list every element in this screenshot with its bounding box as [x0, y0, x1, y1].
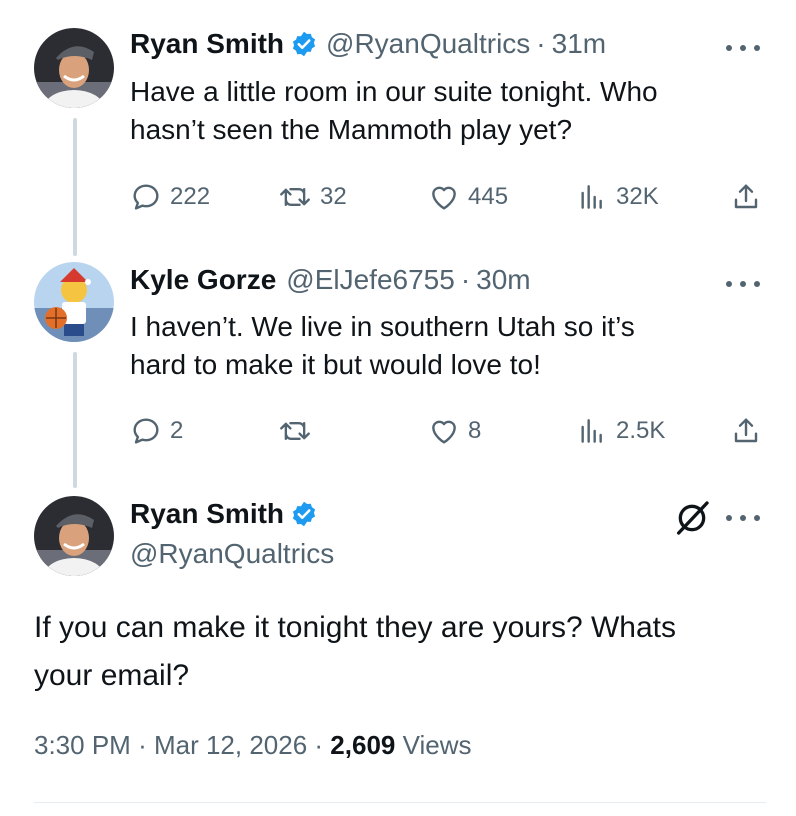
like-button[interactable]: 8	[428, 415, 576, 447]
avatar[interactable]	[34, 28, 114, 108]
views-icon	[581, 419, 602, 443]
tweet-text-line: hasn’t seen the Mammoth play yet?	[130, 114, 573, 145]
tweet-header: Ryan Smith	[130, 498, 756, 530]
share-button[interactable]	[730, 181, 762, 213]
views-button[interactable]: 32K	[576, 181, 716, 213]
tweet-text-line: I haven’t. We live in southern Utah so i…	[130, 311, 635, 342]
separator-dot: ·	[138, 730, 154, 760]
tweet-text-line: your email?	[34, 659, 190, 692]
divider	[34, 802, 766, 803]
more-icon[interactable]	[726, 278, 760, 290]
separator-dot: ·	[460, 264, 471, 295]
tweet-header: Ryan Smith @RyanQualtrics · 31m	[130, 28, 756, 60]
views-icon	[581, 185, 602, 209]
more-icon[interactable]	[726, 42, 760, 54]
tweet-header: Kyle Gorze @ElJefe6755 · 30m	[130, 264, 756, 296]
like-icon	[432, 420, 456, 444]
like-icon	[432, 186, 456, 210]
main-tweet-text: If you can make it tonight they are your…	[34, 604, 774, 700]
action-bar: 222 32 445 32K	[130, 180, 762, 214]
author-name[interactable]: Ryan Smith	[130, 498, 284, 530]
tweet-text: Have a little room in our suite tonight.…	[130, 73, 770, 149]
like-button[interactable]: 445	[428, 181, 576, 213]
like-count: 445	[468, 183, 509, 210]
verified-badge-icon	[292, 501, 316, 527]
reply-button[interactable]: 2	[130, 415, 278, 447]
like-count: 8	[468, 417, 482, 444]
tweet-handle-row: @RyanQualtrics	[130, 538, 756, 570]
tweet-text-line: If you can make it tonight they are your…	[34, 611, 676, 644]
author-handle[interactable]: @RyanQualtrics	[326, 28, 530, 60]
verified-badge-icon	[292, 31, 316, 57]
retweet-button[interactable]: 32	[278, 181, 428, 213]
tweet-time[interactable]: 31m	[552, 28, 606, 60]
views-button[interactable]: 2.5K	[576, 415, 716, 447]
views-total: 2,609	[330, 730, 396, 760]
share-icon	[734, 184, 758, 209]
thread-line	[73, 352, 77, 488]
reply-icon	[133, 184, 159, 210]
views-label: Views	[402, 730, 472, 760]
avatar[interactable]	[34, 496, 114, 576]
separator-dot: ·	[536, 28, 546, 59]
views-count: 2.5K	[616, 417, 666, 444]
share-button[interactable]	[730, 415, 762, 447]
more-icon[interactable]	[726, 512, 760, 524]
reply-button[interactable]: 222	[130, 181, 278, 213]
retweet-icon	[280, 187, 310, 207]
reply-icon	[133, 418, 159, 444]
retweet-icon	[280, 421, 310, 441]
tweet-text-line: hard to make it but would love to!	[130, 349, 541, 380]
grok-icon[interactable]	[672, 498, 712, 538]
separator-dot: ·	[314, 730, 331, 760]
retweet-count: 32	[320, 183, 347, 210]
author-name[interactable]: Ryan Smith	[130, 28, 284, 60]
post-date[interactable]: Mar 12, 2026	[154, 730, 307, 760]
reply-count: 2	[170, 417, 184, 444]
retweet-button[interactable]	[278, 415, 428, 447]
post-time[interactable]: 3:30 PM	[34, 730, 131, 760]
action-bar: 2 8 2.5K	[130, 414, 762, 448]
thread-line	[73, 118, 77, 256]
share-icon	[734, 418, 758, 443]
reply-count: 222	[170, 183, 211, 210]
author-name[interactable]: Kyle Gorze	[130, 264, 276, 296]
author-handle[interactable]: @RyanQualtrics	[130, 538, 334, 570]
tweet-meta: 3:30 PM · Mar 12, 2026 · 2,609 Views	[34, 730, 472, 761]
tweet-text-line: Have a little room in our suite tonight.…	[130, 76, 658, 107]
views-count: 32K	[616, 183, 659, 210]
tweet-time[interactable]: 30m	[476, 264, 530, 296]
tweet-text: I haven’t. We live in southern Utah so i…	[130, 308, 770, 384]
author-handle[interactable]: @ElJefe6755	[286, 264, 455, 296]
avatar[interactable]	[34, 262, 114, 342]
